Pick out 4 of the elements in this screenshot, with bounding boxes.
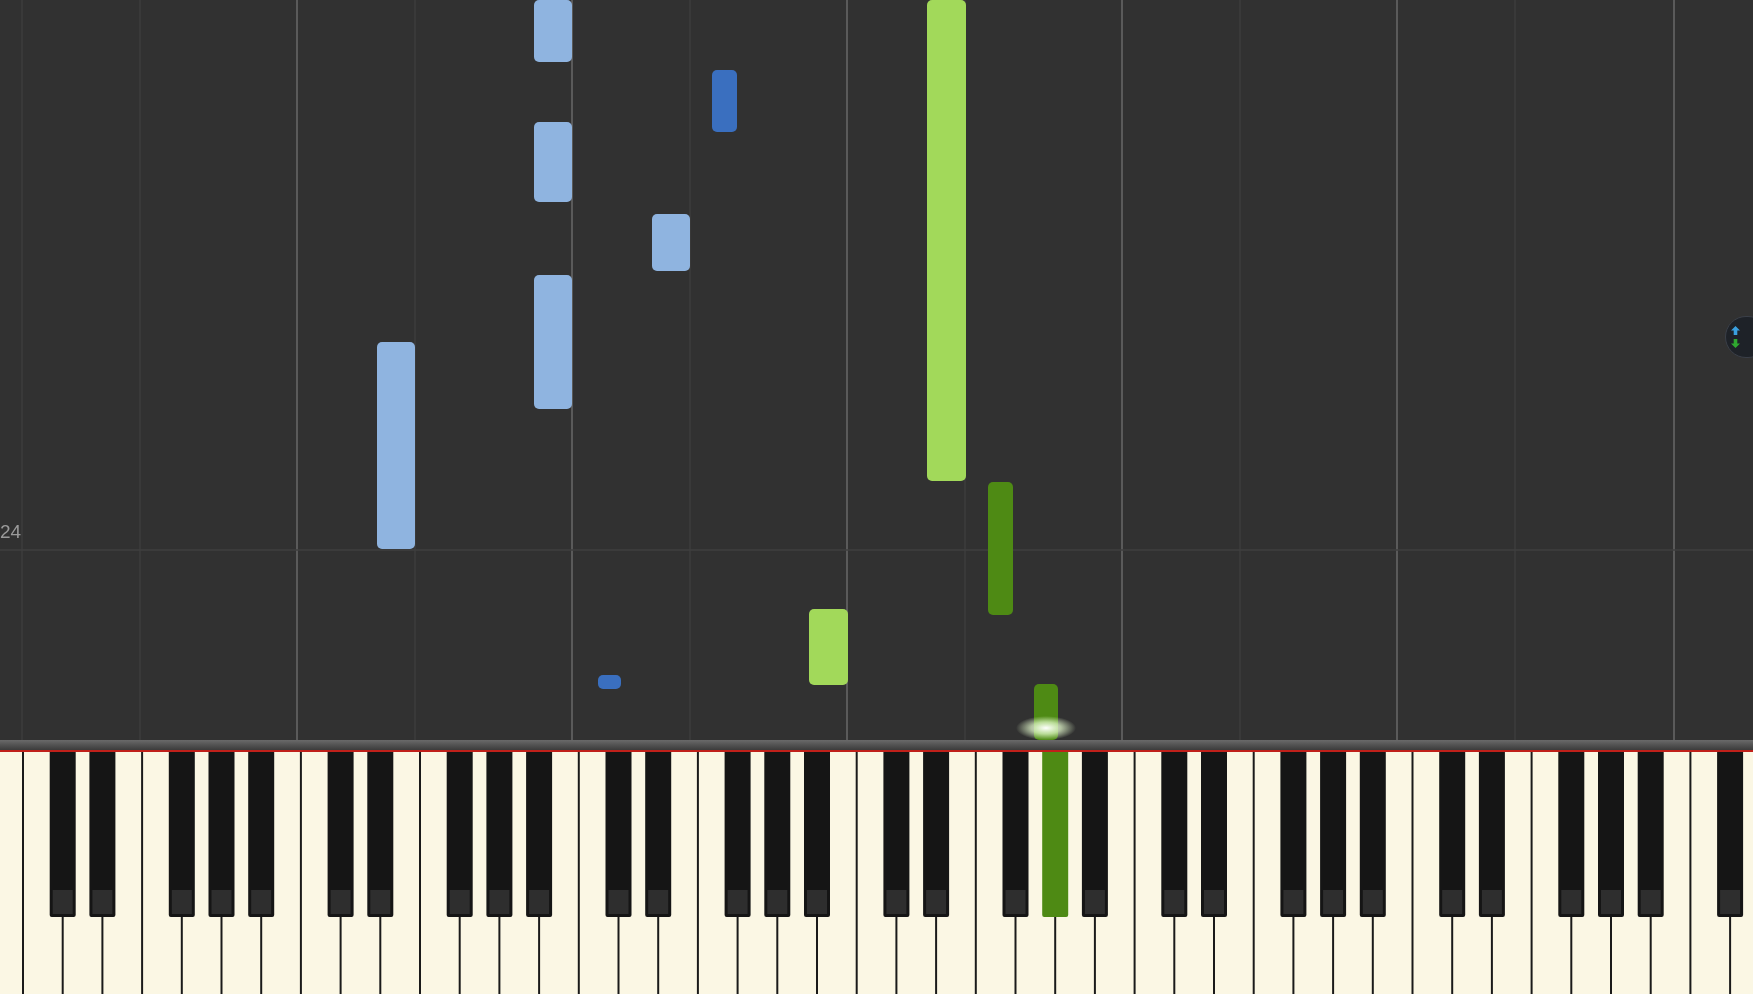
glow-spark-icon xyxy=(1016,716,1076,740)
measure-number: 24 xyxy=(0,522,22,541)
arrow-down-icon[interactable] xyxy=(1731,339,1740,348)
arrow-up-icon[interactable] xyxy=(1731,326,1740,335)
